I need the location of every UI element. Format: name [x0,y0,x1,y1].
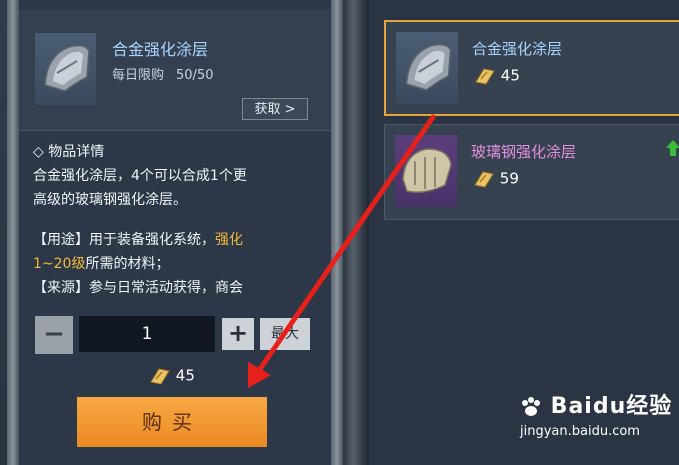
shop-item-price: 45 [472,66,520,86]
panel-divider [343,0,369,465]
get-button[interactable]: 获取 > [242,98,308,120]
item-thumbnail [396,32,458,104]
total-price-value: 45 [175,366,195,385]
daily-limit-label: 每日限购 [112,68,165,83]
shop-item-name: 合金强化涂层 [472,40,563,58]
daily-limit: 每日限购 50/50 [112,64,213,83]
panel-frame-right [331,0,343,465]
shop-list-item-fiberglass[interactable]: 玻璃钢强化涂层 59 [384,124,679,220]
paw-logo-icon [522,397,540,416]
shop-list-item-alloy[interactable]: 合金强化涂层 45 [384,20,679,116]
source-text: 【来源】参与日常活动获得，商会 [33,280,243,296]
quantity-max-button[interactable]: 最大 [260,318,310,350]
quantity-decrease-button[interactable]: − [35,316,73,354]
coupon-icon [475,68,495,85]
usage-text: 【用途】用于装备强化系统，强化 1~20级所需的材料； [33,232,243,272]
watermark-logo: Baidu经验 [520,388,671,420]
description-line-2: 高级的玻璃钢强化涂层。 [33,192,187,208]
item-description[interactable]: ◇ 物品详情 合金强化涂层，4个可以合成1个更 高级的玻璃钢强化涂层。 【用途】… [33,140,323,300]
section-title: ◇ 物品详情 [33,144,105,160]
item-thumbnail [35,33,96,105]
total-price: 45 [147,366,195,388]
armor-plate-icon [402,148,452,193]
description-line-1: 合金强化涂层，4个可以合成1个更 [33,168,247,184]
watermark-url: jingyan.baidu.com [520,424,640,439]
usage-highlight: 强化 [215,232,243,248]
usage-level-range: 1~20级 [33,256,86,272]
shop-item-price-value: 45 [500,66,520,85]
coupon-icon [474,171,494,188]
shop-item-name: 玻璃钢强化涂层 [471,143,577,161]
daily-limit-count: 50/50 [176,68,214,83]
shop-item-price-value: 59 [499,169,519,188]
item-name: 合金强化涂层 [112,40,209,59]
watermark: Baidu经验 jingyan.baidu.com [520,388,671,458]
panel-frame-left [7,0,19,465]
quantity-input[interactable]: 1 [79,316,215,352]
item-thumbnail [395,135,457,207]
upgrade-arrow-icon [666,140,679,156]
armor-plate-icon [44,44,90,92]
quantity-increase-button[interactable]: + [222,318,254,350]
armor-plate-icon [405,43,452,91]
coupon-icon [150,368,170,385]
shop-item-price: 59 [471,169,519,189]
buy-button[interactable]: 购买 [77,397,267,447]
